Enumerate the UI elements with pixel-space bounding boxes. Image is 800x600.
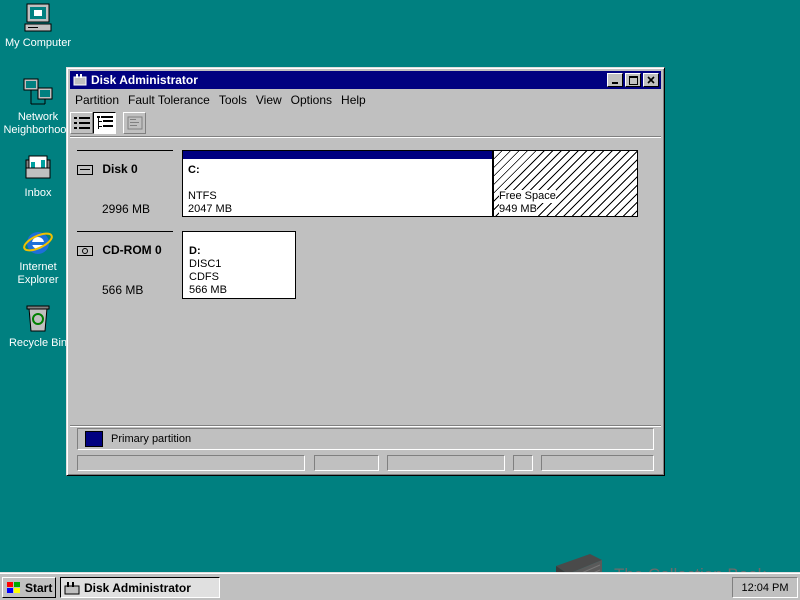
legend-divider [70,425,661,427]
window-title: Disk Administrator [91,73,198,87]
desktop-icon-internet-explorer[interactable]: Internet Explorer [0,226,76,287]
recycle-bin-icon [26,305,50,332]
desktop-icon-recycle-bin[interactable]: Recycle Bin [0,302,76,350]
inbox-icon [25,155,51,179]
menu-fault-tolerance[interactable]: Fault Tolerance [124,93,214,107]
cdrom-icon [77,245,93,256]
partition-d-fs: CDFS [189,271,219,283]
toolbar [70,110,661,137]
internet-explorer-icon [23,232,53,254]
status-pane-1 [77,455,305,471]
cdrom-0-name: CD-ROM 0 [102,243,162,257]
windows-logo-icon [7,581,20,593]
primary-partition-bar [183,151,492,159]
close-icon [647,76,655,84]
close-button[interactable] [643,73,659,87]
cdrom-0-label[interactable]: CD-ROM 0 [77,243,162,257]
disk-0-separator [77,150,173,151]
desktop-icon-network[interactable]: Network Neighborhood [0,76,76,137]
desktop-icon-label: Internet [19,261,57,273]
network-neighborhood-icon [23,78,53,105]
partition-d[interactable]: D: DISC1 CDFS 566 MB [182,231,296,299]
menu-help[interactable]: Help [337,93,370,107]
title-bar[interactable]: Disk Administrator [70,71,661,89]
legend: Primary partition [77,428,654,450]
disk-0-size: 2996 MB [102,202,151,216]
taskbar-button-label: Disk Administrator [84,580,191,595]
partition-d-volume: DISC1 [189,258,222,270]
cdrom-0-size: 566 MB [102,283,144,297]
start-button[interactable]: Start [2,577,56,598]
status-pane-3 [387,455,505,471]
menu-view[interactable]: View [252,93,286,107]
partition-c-fs: NTFS [188,190,217,202]
desktop-icon-label: Neighborhood [3,124,73,136]
status-pane-4 [513,455,533,471]
partition-d-letter: D: [189,245,201,257]
maximize-icon [628,75,638,85]
volumes-view-button[interactable] [70,112,93,134]
legend-label: Primary partition [111,433,192,445]
status-pane-5 [541,455,654,471]
disk-0-name: Disk 0 [102,162,138,176]
maximize-button[interactable] [625,73,641,87]
hard-disk-icon [77,164,93,175]
tree-view-icon [96,116,113,129]
disk-administrator-app-icon [73,74,87,86]
clock[interactable]: 12:04 PM [741,582,788,594]
minimize-button[interactable] [607,73,623,87]
desktop-icon-my-computer[interactable]: My Computer [0,2,76,50]
desktop-icon-label: Inbox [24,187,52,199]
taskbar: Start Disk Administrator 12:04 PM [0,572,800,600]
menu-bar: Partition Fault Tolerance Tools View Opt… [71,90,371,109]
system-tray: 12:04 PM [732,577,798,598]
desktop-icon-label: My Computer [4,37,72,49]
disk-administrator-task-icon [64,581,80,594]
start-label: Start [25,580,53,595]
list-icon [73,117,90,129]
cdrom-0-separator [77,231,173,232]
free-space-size: 949 MB [499,203,537,216]
properties-button[interactable] [123,112,146,134]
disk-0-label[interactable]: Disk 0 [77,162,138,176]
status-pane-2 [314,455,379,471]
partition-c-size: 2047 MB [188,203,233,215]
primary-partition-swatch [85,431,103,447]
desktop-icon-inbox[interactable]: Inbox [0,152,76,200]
free-space-label: Free Space [499,190,556,203]
my-computer-icon [24,3,52,32]
menu-partition[interactable]: Partition [71,93,123,107]
properties-icon [127,116,142,130]
menu-tools[interactable]: Tools [215,93,251,107]
disk-administrator-window: Disk Administrator Partition Fault Toler… [66,67,665,476]
partition-c-letter: C: [188,164,200,176]
desktop-icon-label: Network [17,111,59,123]
desktop-icon-label: Explorer [17,274,59,286]
desktop-icon-label: Recycle Bin [8,337,68,349]
menu-options[interactable]: Options [287,93,336,107]
partition-d-size: 566 MB [189,284,227,296]
minimize-icon [612,82,618,84]
disk-configuration-view-button[interactable] [93,112,116,134]
partition-c[interactable]: C: NTFS 2047 MB [182,150,493,217]
free-space-region[interactable]: Free Space 949 MB [493,150,638,217]
taskbar-button-disk-administrator[interactable]: Disk Administrator [60,577,220,598]
